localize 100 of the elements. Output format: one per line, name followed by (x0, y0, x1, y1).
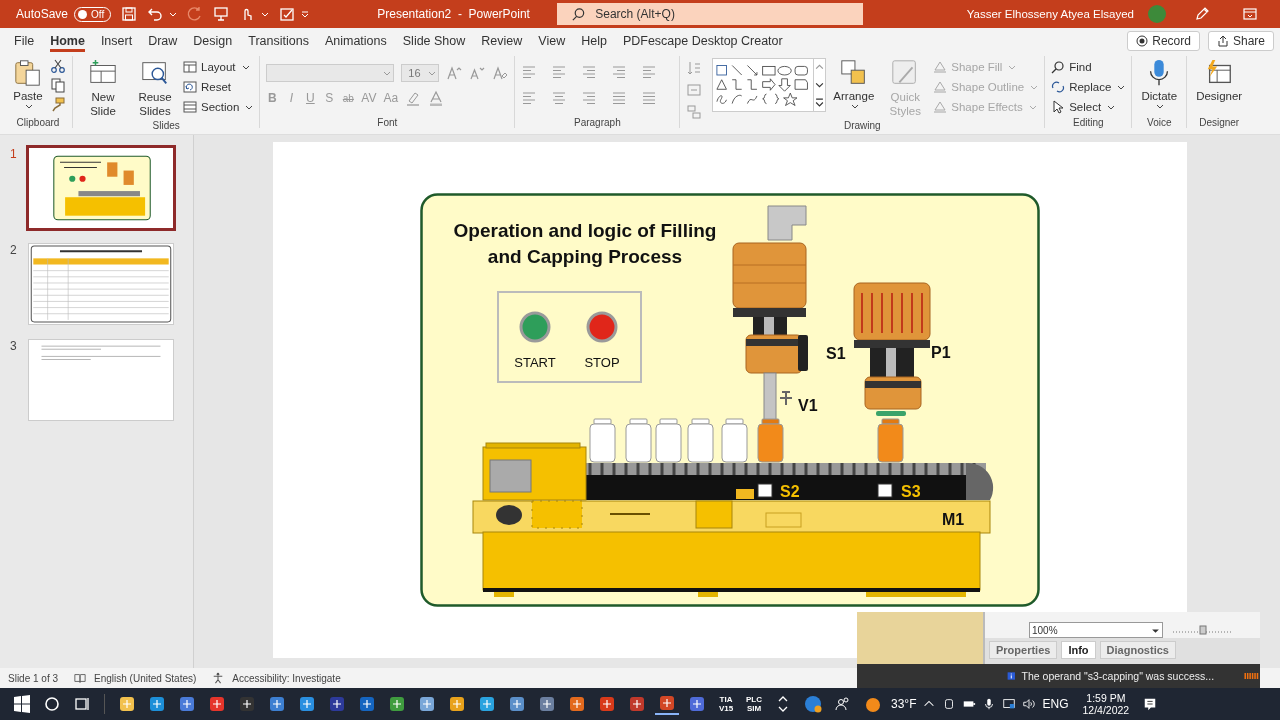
reuse-slides-button[interactable]: Reuse Slides (131, 56, 179, 120)
shapes-gallery[interactable] (712, 58, 827, 112)
inspector-tab[interactable]: Properties (989, 641, 1058, 659)
columns-icon[interactable] (641, 90, 658, 106)
replace-button[interactable]: Replace (1051, 78, 1126, 95)
notification-icon[interactable] (1143, 697, 1158, 711)
ribbon-tab[interactable]: Home (42, 30, 93, 52)
caret-icon[interactable] (261, 10, 270, 18)
accessibility-status[interactable]: Accessibility: Investigate (232, 672, 341, 684)
ribbon-display-icon[interactable] (1242, 6, 1258, 22)
justify-icon[interactable] (611, 90, 628, 106)
shape-format-icon (933, 99, 948, 114)
section-button[interactable]: Section (183, 98, 254, 115)
inspector-tab[interactable]: Info (1061, 641, 1096, 659)
share-button[interactable]: Share (1207, 31, 1274, 51)
record-button[interactable]: Record (1127, 31, 1200, 51)
zoom-slider[interactable] (1173, 625, 1233, 635)
save-icon[interactable] (121, 6, 138, 22)
find-button[interactable]: Find (1051, 58, 1126, 75)
progress-indicator-icon (1244, 671, 1260, 681)
motor-label: M1 (942, 511, 965, 528)
zoom-field[interactable]: 100% (1029, 622, 1163, 638)
sensor-drawing (757, 483, 773, 498)
align-right-icon[interactable] (581, 90, 598, 106)
ribbon-tab[interactable]: Insert (92, 30, 141, 52)
status-message: The operand "s3-capping" was success... (1021, 670, 1215, 682)
designer-button[interactable]: Designer (1193, 56, 1246, 104)
more-icon[interactable] (815, 97, 824, 107)
sensor-label: S2 (780, 483, 800, 500)
speaker-icon[interactable] (1022, 697, 1037, 711)
input-language[interactable]: ENG (1042, 697, 1069, 711)
undo-icon[interactable] (147, 6, 164, 22)
pen-icon[interactable] (1194, 6, 1210, 22)
button-caption: STOP (584, 355, 620, 370)
ribbon-tab[interactable]: Animations (316, 30, 395, 52)
user-name[interactable]: Yasser Elhosseny Atyea Elsayed (966, 8, 1134, 20)
increase-indent-icon[interactable] (611, 64, 628, 80)
app-tile-icon[interactable]: TIA V15 (715, 695, 737, 713)
numbering-icon[interactable] (551, 64, 568, 80)
display-icon[interactable] (1002, 697, 1017, 711)
group-label: Clipboard (16, 117, 60, 128)
clock-date[interactable]: 12/4/2022 (1082, 704, 1130, 716)
ribbon-tab[interactable]: File (6, 30, 43, 52)
layout-button[interactable]: Layout (183, 58, 254, 75)
book-icon[interactable] (74, 672, 87, 684)
slide-counter: Slide 1 of 3 (8, 672, 59, 684)
form-check-icon[interactable] (279, 6, 296, 22)
dictate-button[interactable]: Dictate (1138, 56, 1181, 112)
ribbon-tab[interactable]: View (530, 30, 574, 52)
format-painter-icon[interactable] (50, 96, 66, 112)
sensor-drawing (877, 483, 893, 498)
ribbon-tab[interactable]: Design (185, 30, 241, 52)
shape-format-icon (933, 59, 948, 74)
clock-time[interactable]: 1:59 PM (1086, 692, 1126, 704)
app-tile-icon[interactable]: PLC SIM (743, 695, 765, 713)
ribbon-tab[interactable]: Help (573, 30, 615, 52)
slide-number: 1 (10, 147, 18, 161)
push-button[interactable] (586, 311, 618, 343)
valve-icon (779, 391, 793, 406)
ribbon-tab[interactable]: Transitions (240, 30, 317, 52)
accessibility-icon[interactable] (212, 672, 225, 684)
weather-temperature[interactable]: 33°F (891, 697, 917, 711)
caret-icon (25, 102, 33, 110)
customize-caret-icon[interactable] (301, 10, 310, 18)
share-icon (1216, 35, 1229, 47)
push-button[interactable] (519, 311, 551, 343)
section-icon (183, 99, 197, 114)
group-label: Paragraph (574, 117, 621, 128)
slider-thumb[interactable] (1199, 625, 1207, 635)
cursor-icon (1051, 99, 1066, 114)
line-spacing-icon[interactable] (641, 64, 658, 80)
language-status[interactable]: English (United States) (94, 672, 197, 684)
copy-icon[interactable] (50, 77, 66, 93)
group-label: Voice (1147, 117, 1172, 128)
record-icon (1136, 35, 1149, 47)
arrange-button[interactable]: Arrange (830, 56, 878, 120)
inspector-tab[interactable]: Diagnostics (1099, 641, 1176, 659)
presenter-icon[interactable] (213, 6, 230, 22)
caret-icon (383, 69, 392, 77)
caret-icon[interactable] (169, 10, 178, 18)
info-icon (1007, 669, 1016, 683)
decrease-indent-icon[interactable] (581, 64, 598, 80)
slide-title: Operation and logic of Filling (453, 220, 717, 241)
ribbon-tab[interactable]: Draw (140, 30, 186, 52)
search-field[interactable]: Search (Alt+Q) (557, 3, 864, 25)
reset-button[interactable]: Reset (183, 78, 254, 95)
select-button[interactable]: Select (1051, 98, 1126, 115)
slide-thumbnail[interactable] (26, 145, 176, 231)
scissors-icon[interactable] (50, 58, 66, 74)
align-center-icon[interactable] (551, 90, 568, 106)
scroll-down-icon[interactable] (815, 80, 824, 90)
bullets-icon[interactable] (521, 64, 538, 80)
ribbon-tab[interactable]: PDFescape Desktop Creator (614, 30, 791, 52)
align-left-icon[interactable] (521, 90, 538, 106)
paste-button[interactable]: Paste (10, 56, 46, 117)
ribbon-tab[interactable]: Slide Show (394, 30, 474, 52)
search-icon (1051, 59, 1066, 74)
ribbon-tab[interactable]: Review (473, 30, 531, 52)
sensor-label: S1 (826, 345, 846, 362)
new-slide-button[interactable]: New Slide (79, 56, 127, 120)
